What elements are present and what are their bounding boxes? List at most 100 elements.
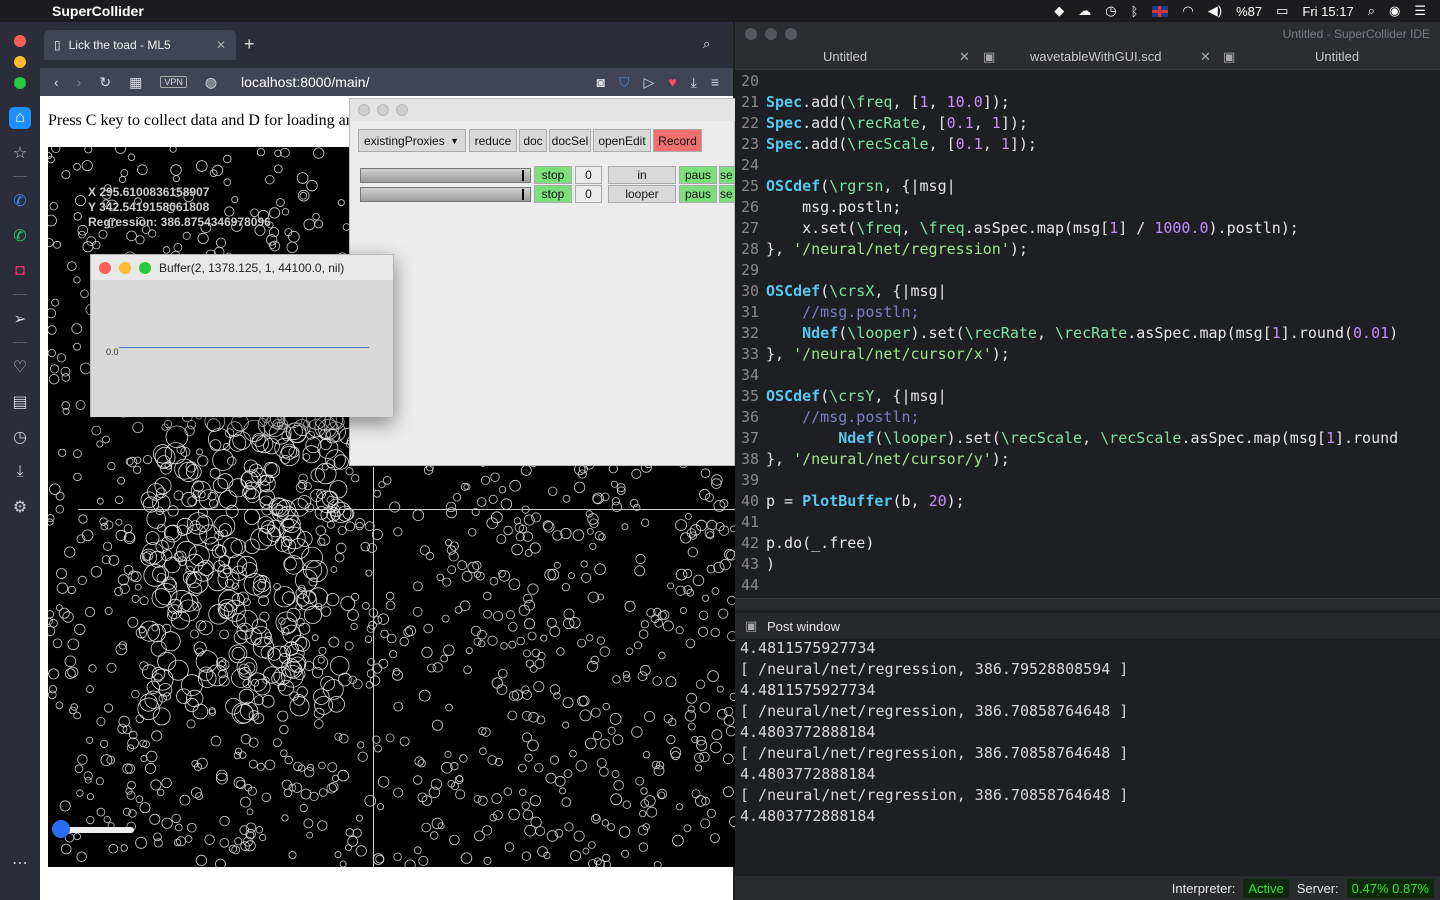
- docsel-button[interactable]: docSel: [549, 129, 591, 152]
- heart-icon[interactable]: ♥: [668, 74, 676, 90]
- editor-horizontal-scrollbar[interactable]: [735, 598, 1440, 610]
- tab-wavetable[interactable]: wavetableWithGUI.scd: [1030, 49, 1162, 64]
- send-icon[interactable]: ➢: [9, 308, 31, 330]
- notification-center-icon[interactable]: ☰: [1414, 3, 1426, 19]
- easy-setup-icon[interactable]: ≡: [711, 74, 719, 90]
- code-line: 38}, '/neural/net/cursor/y');: [740, 450, 1010, 468]
- address-bar[interactable]: localhost:8000/main/: [241, 74, 369, 90]
- forward-icon[interactable]: ›: [77, 74, 82, 90]
- readout-regression: Regression: 386.8754346978096: [88, 215, 271, 229]
- send-page-icon[interactable]: ▷: [644, 74, 655, 91]
- in-proxy-name[interactable]: in: [608, 166, 676, 184]
- shield-icon[interactable]: ⛉: [619, 74, 630, 91]
- spotlight-icon[interactable]: ⌕: [1368, 3, 1375, 19]
- buffer-plot-titlebar: Buffer(2, 1378.125, 1, 44100.0, nil): [91, 255, 393, 280]
- back-icon[interactable]: ‹: [54, 74, 59, 90]
- looper-monitor-count[interactable]: 0: [575, 185, 602, 203]
- messenger-icon[interactable]: ✆: [9, 190, 31, 212]
- settings-gear-icon[interactable]: ⚙: [9, 496, 31, 518]
- download-icon[interactable]: ⤓: [691, 74, 697, 91]
- cloud-icon[interactable]: ☁: [1078, 3, 1091, 19]
- looper-pause-button[interactable]: paus: [679, 185, 717, 203]
- close-button[interactable]: [358, 104, 370, 116]
- clock[interactable]: Fri 15:17: [1302, 4, 1353, 19]
- code-editor[interactable]: 20 21 Spec.add(\freq, [1, 10.0]); 22 Spec.…: [735, 70, 1440, 598]
- time-machine-icon[interactable]: ◷: [1105, 3, 1116, 19]
- zoom-button[interactable]: [139, 261, 151, 274]
- server-label: Server:: [1296, 880, 1339, 896]
- vpn-badge[interactable]: VPN: [160, 76, 187, 88]
- battery-percent[interactable]: %87: [1236, 4, 1262, 19]
- close-tab-icon[interactable]: ✕: [1200, 49, 1211, 65]
- home-icon[interactable]: ⌂: [9, 107, 31, 129]
- openedit-button[interactable]: openEdit: [593, 129, 651, 152]
- looper-stop-button[interactable]: stop: [534, 185, 572, 203]
- tab-untitled-2[interactable]: Untitled: [1315, 49, 1359, 64]
- reduce-button[interactable]: reduce: [469, 129, 517, 152]
- zoom-button[interactable]: [396, 104, 408, 116]
- downloads-icon[interactable]: ⤓: [9, 461, 31, 483]
- browser-tab[interactable]: ▯ Lick the toad - ML5 ✕: [44, 30, 236, 60]
- server-status[interactable]: 0.47% 0.87%: [1346, 878, 1434, 898]
- app-name[interactable]: SuperCollider: [52, 3, 144, 19]
- minimize-button[interactable]: [377, 104, 389, 116]
- instagram-icon[interactable]: ◘: [9, 260, 31, 282]
- slider-handle[interactable]: [52, 820, 70, 838]
- reload-icon[interactable]: ↻: [99, 74, 111, 91]
- coordinate-readout: X 295.6100836158907 Y 342.5419158061808 …: [88, 185, 271, 230]
- tab-untitled-1[interactable]: Untitled: [823, 49, 867, 64]
- star-icon[interactable]: ☆: [9, 142, 31, 164]
- wifi-icon[interactable]: ◠: [1182, 3, 1193, 19]
- record-button[interactable]: Record: [653, 129, 702, 152]
- minimize-window-button[interactable]: [14, 56, 26, 68]
- whatsapp-icon[interactable]: ✆: [9, 225, 31, 247]
- in-monitor-count[interactable]: 0: [575, 166, 602, 184]
- looper-volume-slider[interactable]: [360, 187, 531, 202]
- buffer-plot-title: Buffer(2, 1378.125, 1, 44100.0, nil): [159, 260, 345, 275]
- code-line: 42 p.do(_.free): [740, 534, 875, 552]
- in-volume-slider[interactable]: [360, 168, 531, 183]
- close-button[interactable]: [745, 28, 757, 40]
- close-button[interactable]: [99, 261, 111, 274]
- close-window-button[interactable]: [14, 35, 26, 47]
- more-icon[interactable]: ⋯: [9, 852, 31, 874]
- new-tab-button[interactable]: +: [244, 34, 255, 55]
- doc-button[interactable]: doc: [519, 129, 547, 152]
- in-send-button[interactable]: se: [719, 166, 736, 184]
- close-tab-icon[interactable]: ✕: [959, 49, 970, 65]
- looper-send-button[interactable]: se: [719, 185, 736, 203]
- cursor-vertical-line: [373, 467, 374, 867]
- bluetooth-icon[interactable]: ᛒ: [1131, 4, 1139, 19]
- dropbox-icon[interactable]: ◆: [1054, 3, 1064, 19]
- input-source-flag-icon[interactable]: [1152, 5, 1169, 17]
- ide-titlebar: Untitled - SuperCollider IDE: [735, 22, 1440, 46]
- heart-icon[interactable]: ♡: [9, 356, 31, 378]
- post-window[interactable]: 4.4811575927734 [ /neural/net/regression…: [735, 639, 1440, 876]
- buffer-plot-area[interactable]: 0.0: [91, 280, 393, 417]
- document-icon: ▣: [1223, 49, 1236, 64]
- siri-icon[interactable]: ◉: [1389, 3, 1400, 19]
- proxies-dropdown[interactable]: existingProxies ▼: [358, 129, 466, 152]
- in-pause-button[interactable]: paus: [679, 166, 717, 184]
- minimize-button[interactable]: [119, 261, 131, 274]
- volume-icon[interactable]: ◀): [1208, 3, 1222, 19]
- post-line: 4.4803772888184: [740, 807, 876, 825]
- interpreter-label: Interpreter:: [1171, 880, 1236, 896]
- code-line: 24: [740, 156, 759, 174]
- in-stop-button[interactable]: stop: [534, 166, 572, 184]
- close-tab-icon[interactable]: ✕: [216, 38, 226, 52]
- history-icon[interactable]: ◷: [9, 426, 31, 448]
- looper-proxy-name[interactable]: looper: [608, 185, 676, 203]
- camera-icon[interactable]: ◙: [597, 74, 605, 90]
- interpreter-status[interactable]: Active: [1243, 878, 1289, 898]
- post-window-icon[interactable]: ▣: [745, 618, 757, 634]
- menu-bar: SuperCollider ◆ ☁ ◷ ᛒ ◠ ◀) %87 ▭ Fri 15:…: [0, 0, 1440, 22]
- ide-status-bar: Interpreter: Active Server: 0.47% 0.87%: [735, 876, 1440, 900]
- news-icon[interactable]: ▤: [9, 391, 31, 413]
- zoom-window-button[interactable]: [14, 77, 26, 89]
- minimize-button[interactable]: [765, 28, 777, 40]
- zoom-button[interactable]: [785, 28, 797, 40]
- tabs-grid-icon[interactable]: ▦: [129, 74, 142, 91]
- proxies-dropdown-value: existingProxies: [364, 133, 445, 148]
- tab-search-icon[interactable]: ⌕: [703, 36, 710, 52]
